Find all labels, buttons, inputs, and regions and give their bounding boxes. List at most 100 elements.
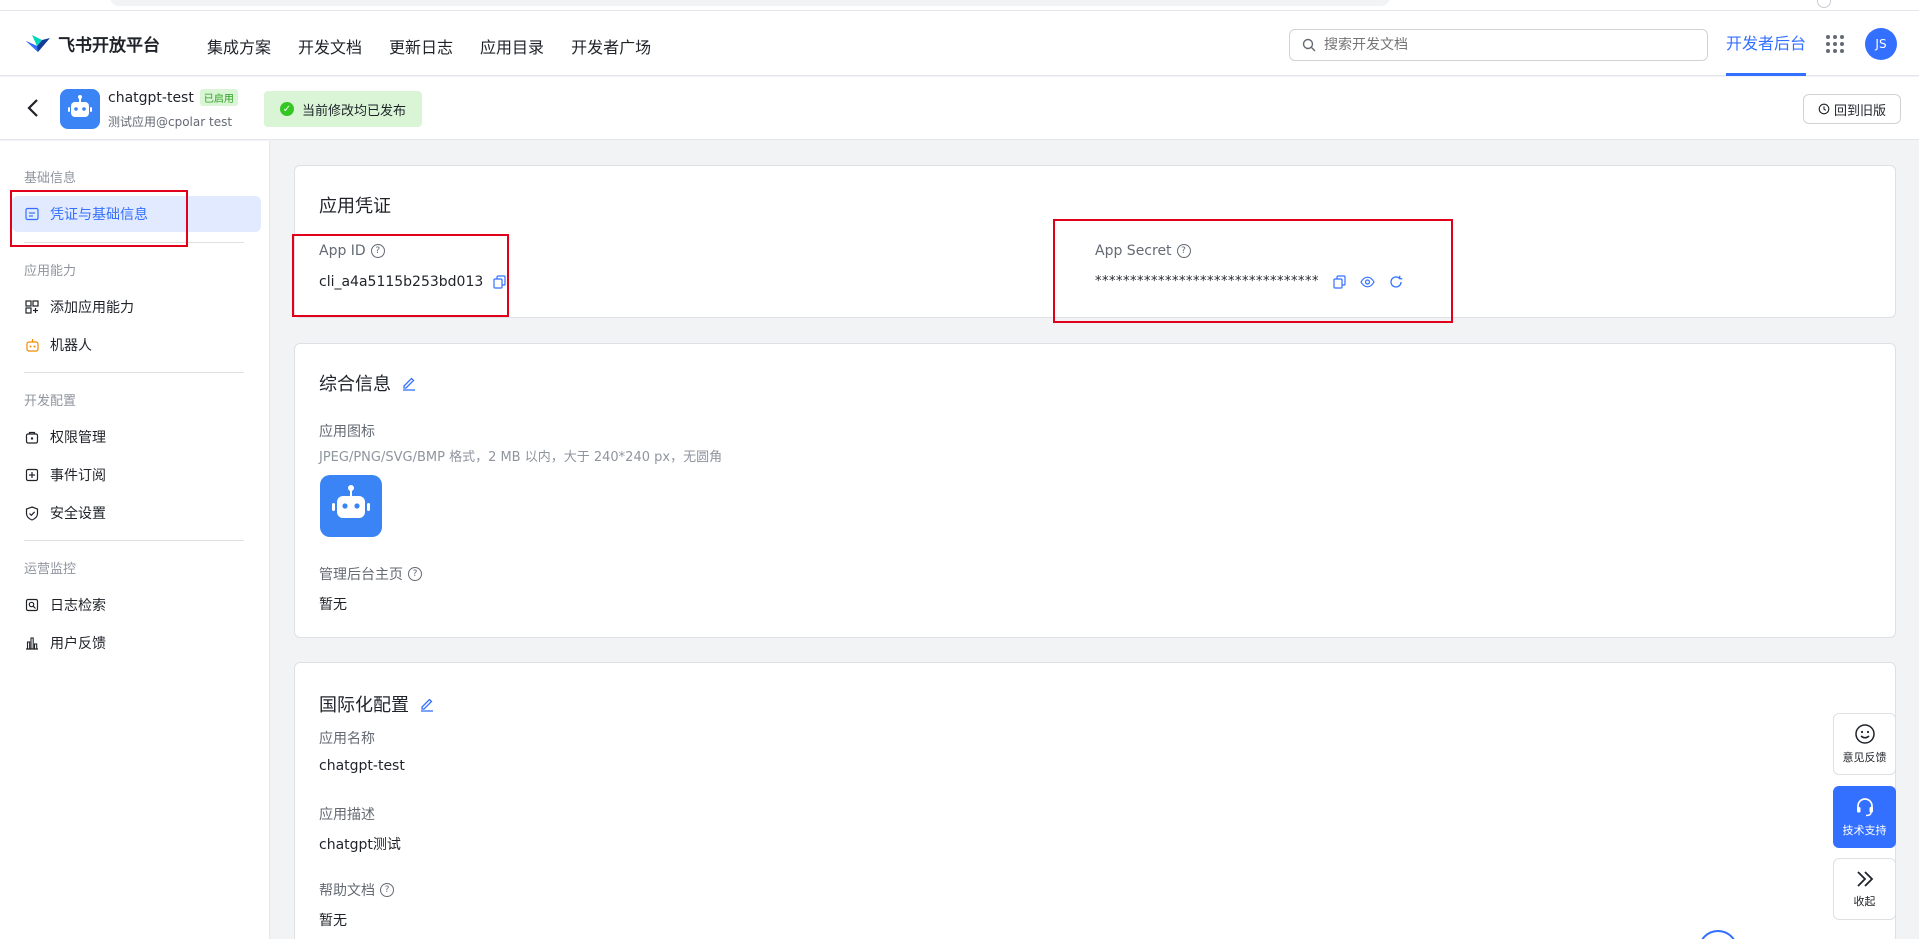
sidebar-item-add-capability[interactable]: 添加应用能力 <box>12 289 261 325</box>
browser-chrome-strip <box>0 0 1919 11</box>
admin-home-value: 暂无 <box>319 597 347 613</box>
publish-status-text: 当前修改均已发布 <box>302 103 407 119</box>
address-bar[interactable] <box>110 0 1390 6</box>
sidebar-group-dev-config: 开发配置 <box>24 394 77 409</box>
admin-home-label-text: 管理后台主页 <box>319 567 403 583</box>
i18n-title: 国际化配置 <box>319 695 409 716</box>
status-badge: 已启用 <box>199 89 238 106</box>
sidebar-group-basic: 基础信息 <box>24 171 77 186</box>
credential-icon <box>24 206 40 222</box>
apps-grid-icon <box>24 299 40 315</box>
general-info-title: 综合信息 <box>319 374 391 395</box>
sidebar-divider <box>24 242 244 243</box>
app-id-label-text: App ID <box>319 243 366 259</box>
help-icon[interactable]: ? <box>370 244 385 258</box>
nav-link-developer-plaza[interactable]: 开发者广场 <box>571 34 651 58</box>
sidebar-item-label: 日志检索 <box>50 598 106 614</box>
edit-pencil-icon[interactable] <box>401 375 417 391</box>
app-subtitle: 测试应用@cpolar test <box>108 115 233 129</box>
robot-icon <box>24 337 40 353</box>
app-desc-label: 应用描述 <box>319 807 375 823</box>
general-info-title-row: 综合信息 <box>319 370 417 396</box>
event-icon <box>24 467 40 483</box>
sidebar-item-events[interactable]: 事件订阅 <box>12 457 261 493</box>
feedback-float-label: 意见反馈 <box>1842 751 1887 764</box>
sidebar-item-security[interactable]: 安全设置 <box>12 495 261 531</box>
sidebar-group-operations: 运营监控 <box>24 562 77 577</box>
sidebar-item-permissions[interactable]: 权限管理 <box>12 419 261 455</box>
app-desc-value: chatgpt测试 <box>319 837 401 853</box>
check-circle-icon: ✓ <box>280 102 294 116</box>
user-avatar[interactable]: JS <box>1865 28 1897 60</box>
copy-icon[interactable] <box>1333 274 1346 289</box>
copy-icon[interactable] <box>493 275 506 289</box>
app-name: chatgpt-test <box>108 89 194 106</box>
nav-link-docs[interactable]: 开发文档 <box>298 34 362 58</box>
sidebar-item-label: 安全设置 <box>50 506 106 522</box>
sidebar-divider <box>24 540 244 541</box>
back-to-old-version-button[interactable]: 回到旧版 <box>1803 94 1901 124</box>
credentials-title: 应用凭证 <box>319 196 391 217</box>
headset-icon <box>1856 798 1873 817</box>
app-name-label: 应用名称 <box>319 731 375 747</box>
general-info-card: 综合信息 应用图标 JPEG/PNG/SVG/BMP 格式，2 MB 以内，大于… <box>294 343 1896 638</box>
back-arrow-icon[interactable] <box>26 97 42 119</box>
sidebar: 基础信息 凭证与基础信息 应用能力 添加应用能力 机器人 开发配置 权限管理 事… <box>0 141 270 939</box>
help-icon[interactable]: ? <box>408 567 422 581</box>
help-doc-label-text: 帮助文档 <box>319 883 375 899</box>
app-secret-label: App Secret ? <box>1095 243 1191 259</box>
app-name-value: chatgpt-test <box>319 758 405 774</box>
developer-console-tab[interactable]: 开发者后台 <box>1726 11 1807 76</box>
credentials-card: 应用凭证 App ID ? cli_a4a5115b253bd013 App S… <box>294 165 1896 318</box>
brand-logo[interactable]: 飞书开放平台 <box>24 31 160 56</box>
sidebar-divider <box>24 372 244 373</box>
sidebar-item-log-search[interactable]: 日志检索 <box>12 587 261 623</box>
search-input[interactable] <box>1324 37 1684 53</box>
collapse-float-button[interactable]: 收起 <box>1833 858 1896 920</box>
help-icon[interactable]: ? <box>1176 244 1191 258</box>
tech-support-float-label: 技术支持 <box>1842 824 1887 837</box>
sidebar-item-label: 凭证与基础信息 <box>50 207 148 223</box>
i18n-config-card: 国际化配置 应用名称 chatgpt-test 应用描述 chatgpt测试 帮… <box>294 662 1896 939</box>
app-id-value: cli_a4a5115b253bd013 <box>319 274 484 290</box>
edit-pencil-icon[interactable] <box>419 696 435 712</box>
brand-name: 飞书开放平台 <box>58 36 160 56</box>
feishu-logo-icon <box>26 34 50 52</box>
app-secret-masked-value: ******************************** <box>1095 274 1319 289</box>
sidebar-item-label: 机器人 <box>50 338 92 354</box>
tech-support-float-button[interactable]: 技术支持 <box>1833 786 1896 848</box>
app-icon-label: 应用图标 <box>319 424 375 440</box>
help-doc-value: 暂无 <box>319 913 347 929</box>
sidebar-item-label: 权限管理 <box>50 430 106 446</box>
double-chevron-right-icon <box>1856 871 1873 887</box>
history-icon <box>1818 103 1830 115</box>
app-id-value-row: cli_a4a5115b253bd013 <box>319 274 506 290</box>
refresh-icon[interactable] <box>1389 275 1403 289</box>
nav-link-app-directory[interactable]: 应用目录 <box>480 34 544 58</box>
nav-link-solutions[interactable]: 集成方案 <box>207 34 271 58</box>
sidebar-item-label: 事件订阅 <box>50 468 106 484</box>
nav-link-changelog[interactable]: 更新日志 <box>389 34 453 58</box>
sidebar-item-robot[interactable]: 机器人 <box>12 327 261 363</box>
i18n-title-row: 国际化配置 <box>319 691 435 717</box>
app-robot-icon-large[interactable] <box>320 475 382 537</box>
sidebar-item-user-feedback[interactable]: 用户反馈 <box>12 625 261 661</box>
admin-home-label: 管理后台主页 ? <box>319 564 422 584</box>
sidebar-group-capabilities: 应用能力 <box>24 264 77 279</box>
help-icon[interactable]: ? <box>380 883 394 897</box>
app-launcher-icon[interactable] <box>1826 35 1844 53</box>
sidebar-item-label: 添加应用能力 <box>50 300 134 316</box>
collapse-float-label: 收起 <box>1853 895 1876 908</box>
main-nav-links: 集成方案 开发文档 更新日志 应用目录 开发者广场 <box>207 34 651 58</box>
app-header: chatgpt-test 已启用 测试应用@cpolar test ✓ 当前修改… <box>0 77 1919 140</box>
feedback-float-button[interactable]: 意见反馈 <box>1833 713 1896 775</box>
sidebar-item-credentials[interactable]: 凭证与基础信息 <box>12 196 261 232</box>
app-icon-hint: JPEG/PNG/SVG/BMP 格式，2 MB 以内，大于 240*240 p… <box>319 450 723 465</box>
app-name-row: chatgpt-test 已启用 <box>108 89 238 106</box>
doc-search-box[interactable] <box>1289 29 1708 61</box>
shield-icon <box>24 505 40 521</box>
browser-profile-icon[interactable] <box>1817 0 1831 8</box>
log-search-icon <box>24 597 40 613</box>
sidebar-item-label: 用户反馈 <box>50 636 106 652</box>
eye-icon[interactable] <box>1360 276 1375 288</box>
